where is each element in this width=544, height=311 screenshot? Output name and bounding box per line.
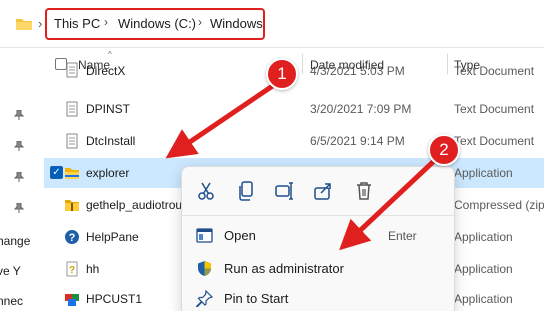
rename-icon[interactable]: [273, 179, 297, 203]
text-document-icon: [66, 133, 78, 149]
menu-item-open[interactable]: Open Enter: [182, 220, 456, 250]
chevron-right-icon[interactable]: ›: [104, 15, 108, 29]
menu-item-label: Open: [224, 228, 256, 243]
chevron-right-icon[interactable]: ›: [38, 16, 42, 31]
cut-icon[interactable]: [194, 179, 218, 203]
table-row[interactable]: DtcInstall 6/5/2021 9:14 PM Text Documen…: [44, 126, 544, 156]
file-type: Text Document: [454, 134, 535, 148]
pin-icon: [196, 290, 213, 307]
file-name: hh: [86, 262, 100, 276]
pin-icon[interactable]: [14, 203, 24, 213]
menu-separator: [182, 215, 456, 216]
file-type: Application: [454, 262, 513, 276]
svg-text:?: ?: [69, 232, 76, 244]
file-name: HPCUST1: [86, 292, 143, 306]
menu-item-label: Run as administrator: [224, 261, 344, 276]
nav-item-label[interactable]: ve Y: [0, 264, 21, 278]
menu-item-pin-to-start[interactable]: Pin to Start: [182, 283, 456, 311]
pin-icon[interactable]: [14, 110, 24, 120]
copy-icon[interactable]: [234, 179, 258, 203]
help-icon: ?: [65, 230, 79, 244]
menu-item-run-as-administrator[interactable]: Run as administrator: [182, 253, 456, 283]
file-date: 4/3/2021 5:03 PM: [310, 64, 405, 78]
navigation-pane: hange ve Y nnec: [0, 48, 42, 311]
callout-badge-2: 2: [428, 134, 460, 166]
hp-app-icon: [65, 294, 79, 306]
file-name: gethelp_audiotrou: [86, 198, 183, 212]
chevron-right-icon[interactable]: ›: [198, 15, 202, 29]
file-date: 3/20/2021 7:09 PM: [310, 102, 412, 116]
text-document-icon: [66, 62, 78, 78]
nav-item-label[interactable]: hange: [0, 234, 30, 248]
breadcrumb-windows[interactable]: Windows: [210, 16, 263, 31]
menu-item-shortcut: Enter: [388, 229, 417, 243]
file-type: Compressed (zipp: [454, 198, 544, 212]
file-type: Application: [454, 166, 513, 180]
share-icon[interactable]: [312, 179, 336, 203]
file-type: Application: [454, 292, 513, 306]
file-name: HelpPane: [86, 230, 139, 244]
row-checkbox[interactable]: ✓: [50, 166, 63, 179]
context-menu: Open Enter Run as administrator Pin to S…: [181, 166, 456, 311]
nav-item-label[interactable]: nnec: [0, 294, 23, 308]
svg-text:?: ?: [69, 265, 75, 276]
breadcrumb-this-pc[interactable]: This PC: [54, 16, 100, 31]
menu-item-label: Pin to Start: [224, 291, 289, 306]
file-name: DirectX: [86, 64, 126, 78]
callout-badge-1: 1: [266, 58, 298, 90]
folder-icon: [16, 19, 32, 30]
file-type: Application: [454, 230, 513, 244]
file-date: 6/5/2021 9:14 PM: [310, 134, 405, 148]
pin-icon[interactable]: [14, 172, 24, 182]
text-document-icon: [66, 101, 78, 117]
delete-icon[interactable]: [352, 179, 376, 203]
uac-shield-icon: [198, 261, 211, 276]
breadcrumb-windows-c[interactable]: Windows (C:): [118, 16, 196, 31]
folder-app-icon: [65, 168, 79, 179]
file-name: DtcInstall: [86, 134, 136, 148]
help-file-icon: ?: [66, 261, 78, 277]
file-type: Text Document: [454, 64, 535, 78]
file-type: Text Document: [454, 102, 535, 116]
pin-icon[interactable]: [14, 141, 24, 151]
zip-folder-icon: [65, 200, 79, 211]
address-bar: › This PC › Windows (C:) › Windows: [0, 0, 544, 48]
file-name: DPINST: [86, 102, 131, 116]
file-name: explorer: [86, 166, 130, 180]
open-app-icon: [196, 228, 213, 243]
table-row[interactable]: DPINST 3/20/2021 7:09 PM Text Document: [44, 94, 544, 124]
